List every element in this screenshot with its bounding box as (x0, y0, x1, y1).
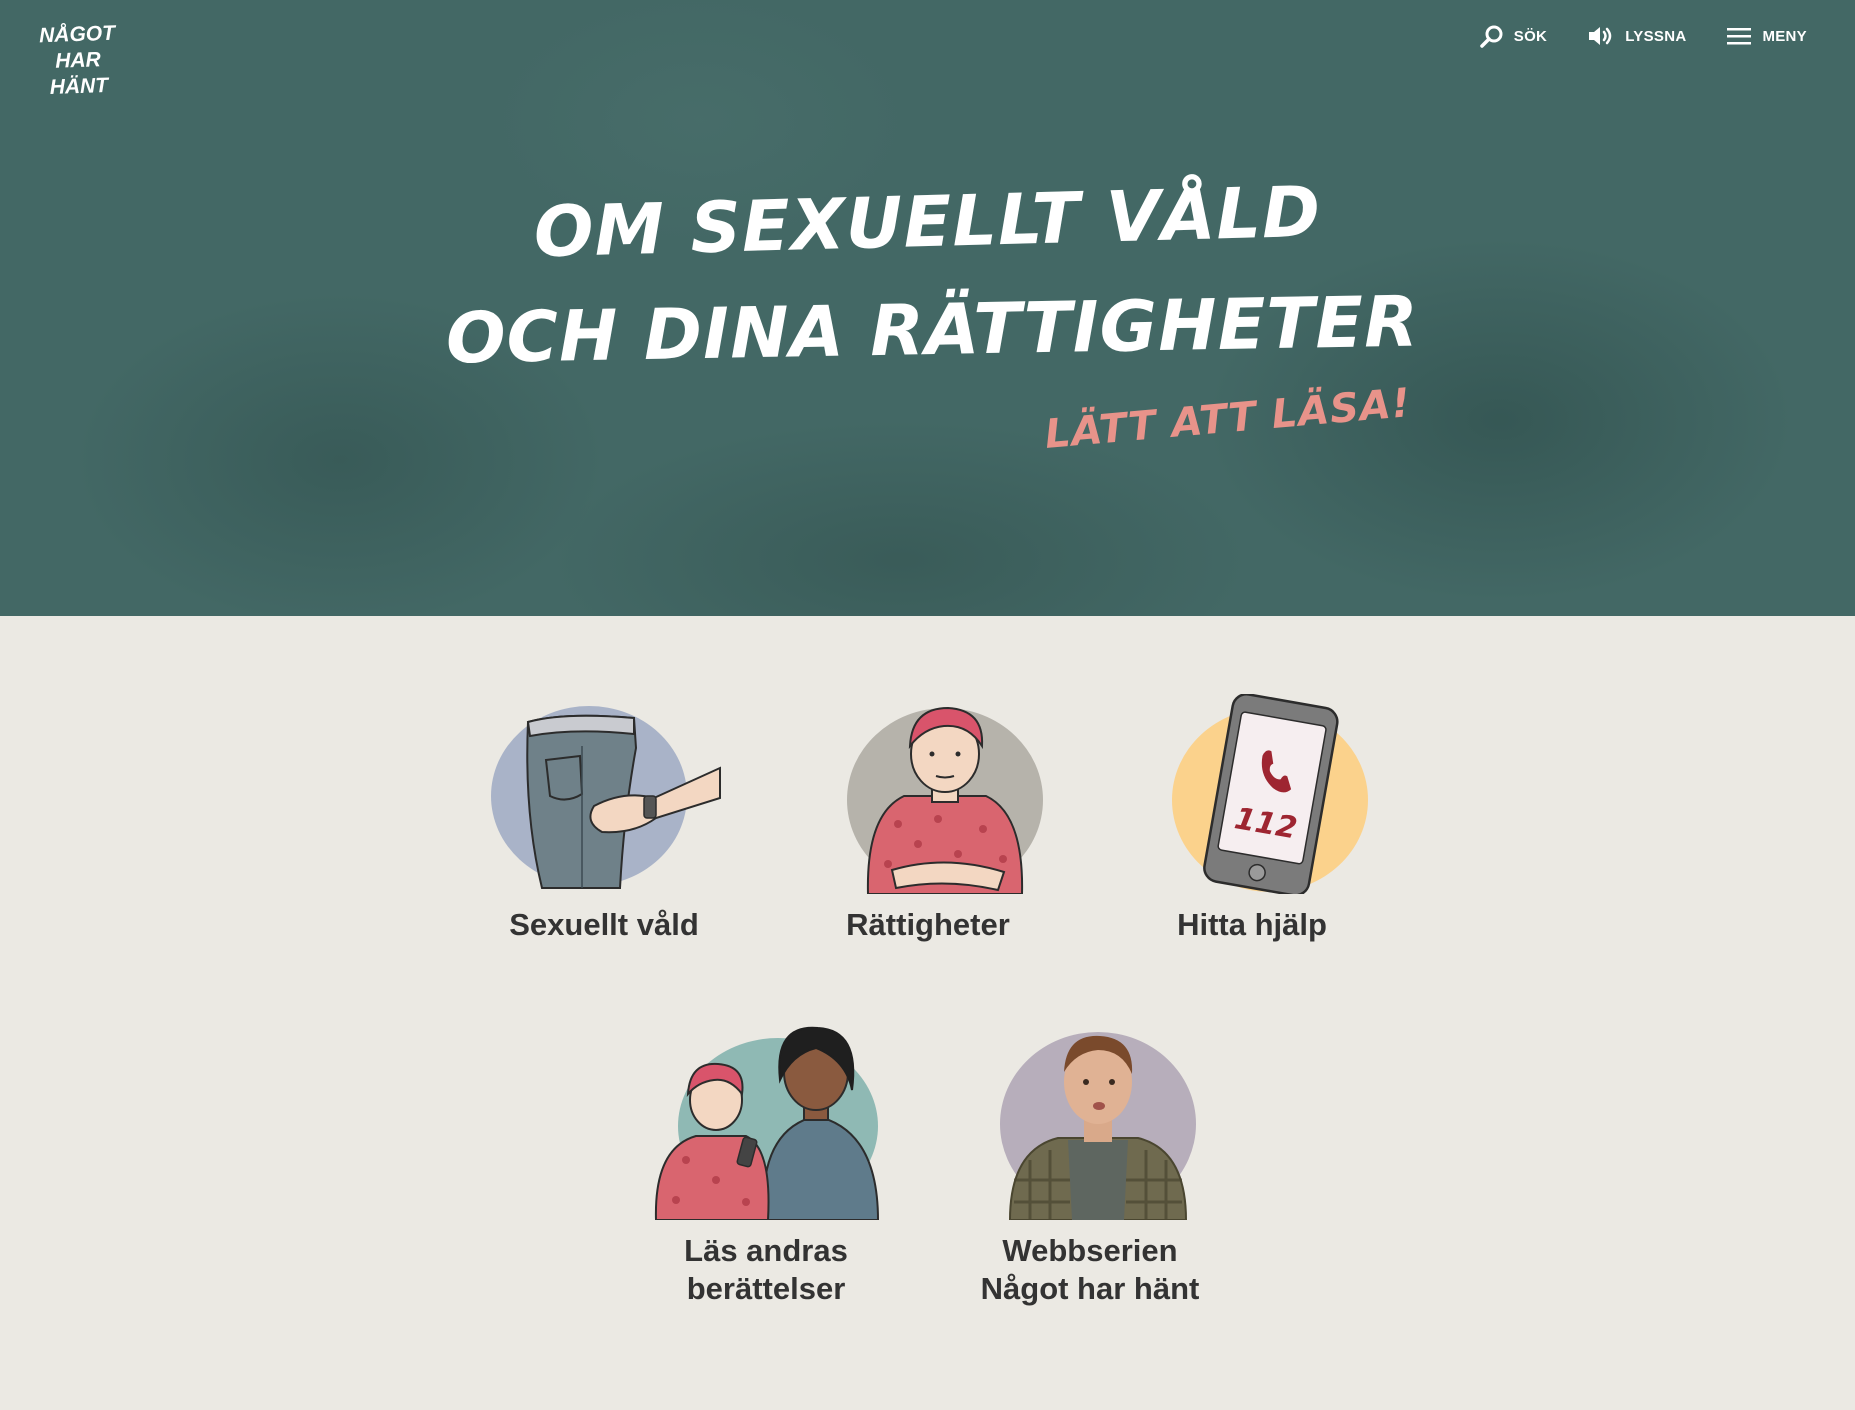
card-label: Hitta hjälp (1177, 907, 1327, 942)
card-label: Sexuellt våld (509, 907, 699, 942)
hamburger-icon (1726, 26, 1752, 46)
jeans-hand-illustration (484, 694, 724, 894)
hero-banner: NÅGOT HAR HÄNT SÖK LYSSNA MENY OM SEXUEL… (0, 0, 1855, 616)
site-logo[interactable]: NÅGOT HAR HÄNT (37, 21, 120, 102)
menu-button[interactable]: MENY (1726, 26, 1807, 46)
top-navigation: SÖK LYSSNA MENY (1480, 24, 1807, 48)
card-label: Läs andras berättelser (626, 1232, 906, 1308)
search-icon (1480, 24, 1504, 48)
listen-label: LYSSNA (1625, 27, 1687, 45)
two-women-illustration (646, 1020, 886, 1221)
logo-line-3: HÄNT (49, 73, 109, 99)
woman-arms-crossed-illustration (808, 694, 1048, 895)
phone-112-illustration: 112 (1132, 693, 1372, 897)
card-read-stories[interactable]: Läs andras berättelser (626, 1020, 906, 1308)
page-title: OM SEXUELLT VÅLD OCH DINA RÄTTIGHETER (0, 168, 1855, 384)
card-label: Rättigheter (846, 907, 1010, 942)
logo-line-2: HAR (54, 48, 102, 73)
card-label-line-2: berättelser (686, 1271, 846, 1306)
card-label-line-1: Webbserien (1002, 1233, 1178, 1268)
listen-button[interactable]: LYSSNA (1587, 24, 1686, 48)
search-label: SÖK (1513, 27, 1548, 45)
card-web-series[interactable]: Webbserien Något har hänt (950, 1020, 1230, 1308)
menu-label: MENY (1762, 27, 1807, 45)
speaker-icon (1587, 24, 1615, 48)
card-find-help[interactable]: 112 Hitta hjälp (1112, 693, 1392, 944)
card-rights[interactable]: Rättigheter (788, 694, 1068, 944)
card-sexual-violence[interactable]: Sexuellt våld (464, 694, 744, 944)
card-label: Webbserien Något har hänt (950, 1232, 1230, 1308)
card-label-line-2: Något har hänt (980, 1271, 1200, 1306)
card-label-line-1: Läs andras (684, 1233, 848, 1268)
search-button[interactable]: SÖK (1480, 24, 1547, 48)
logo-line-1: NÅGOT (38, 21, 116, 48)
web-series-actor-illustration (970, 1020, 1210, 1221)
